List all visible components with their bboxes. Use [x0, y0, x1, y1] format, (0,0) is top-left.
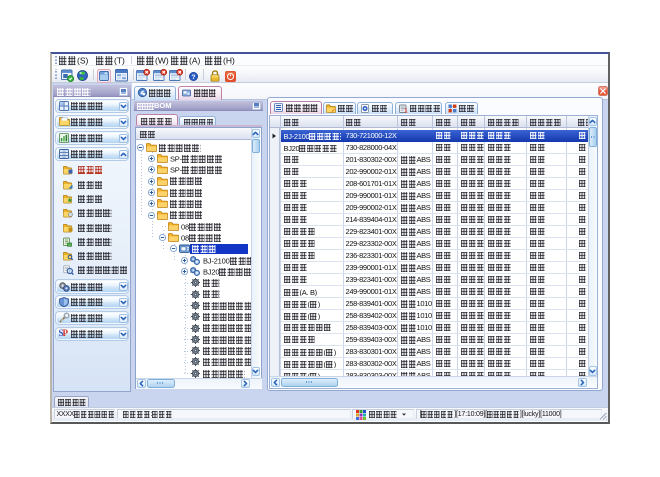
svg-text:?: ?: [192, 74, 196, 81]
